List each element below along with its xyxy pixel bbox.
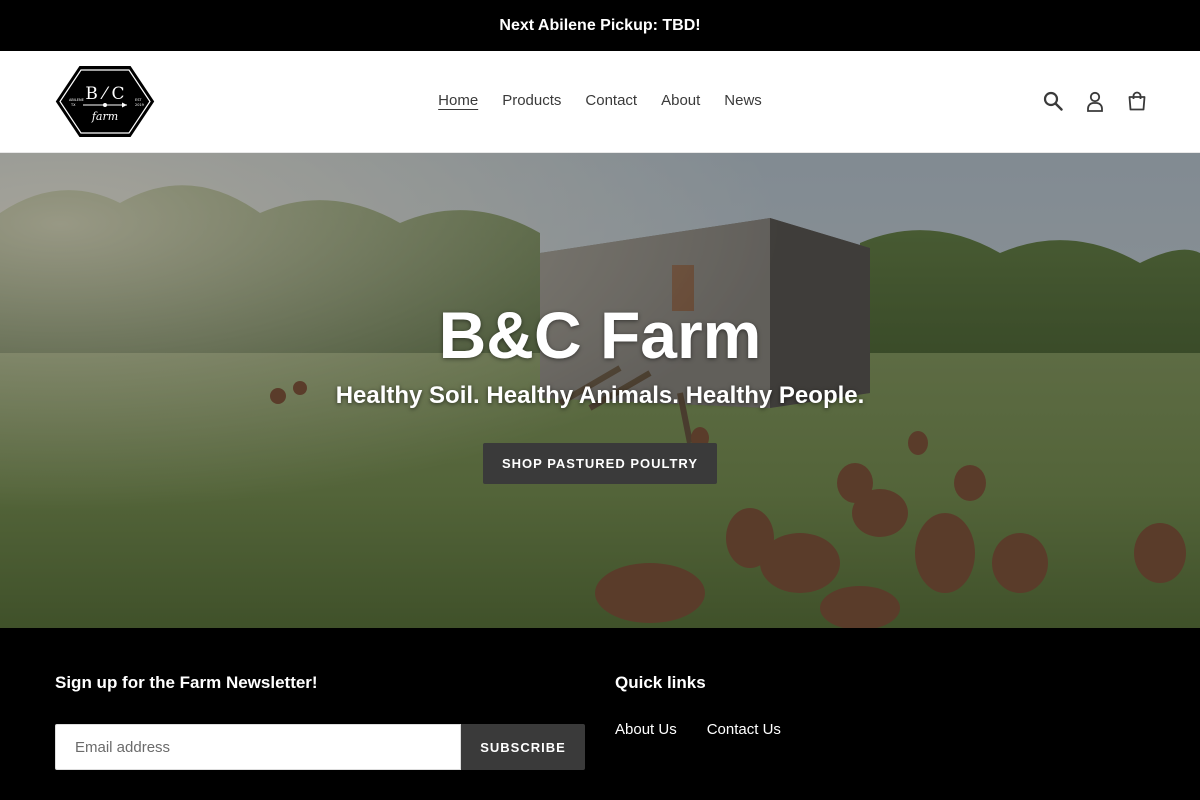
- quick-links-title: Quick links: [615, 673, 706, 692]
- main-nav: Home Products Contact About News: [0, 89, 1200, 113]
- nav-about[interactable]: About: [649, 89, 712, 113]
- hero-title: B&C Farm: [438, 298, 762, 372]
- cart-icon[interactable]: [1126, 89, 1148, 113]
- header-icons: [1042, 89, 1148, 113]
- about-us-link[interactable]: About Us: [615, 721, 677, 738]
- newsletter-title: Sign up for the Farm Newsletter!: [55, 673, 318, 692]
- hero-banner: B&C Farm Healthy Soil. Healthy Animals. …: [0, 153, 1200, 628]
- shop-pastured-poultry-button[interactable]: SHOP PASTURED POULTRY: [482, 443, 718, 484]
- announcement-text: Next Abilene Pickup: TBD!: [499, 16, 701, 34]
- quick-links: About Us Contact Us: [615, 721, 781, 738]
- nav-news[interactable]: News: [712, 89, 774, 113]
- search-icon[interactable]: [1042, 89, 1064, 113]
- site-footer: Sign up for the Farm Newsletter! SUBSCRI…: [0, 628, 1200, 800]
- announcement-bar: Next Abilene Pickup: TBD!: [0, 0, 1200, 51]
- nav-contact[interactable]: Contact: [573, 89, 649, 113]
- nav-products[interactable]: Products: [490, 89, 573, 113]
- site-header: B ⁄ C farm ABILENE TX EST 2019 Home Prod…: [0, 51, 1200, 153]
- hero-subtitle: Healthy Soil. Healthy Animals. Healthy P…: [335, 382, 865, 409]
- contact-us-link[interactable]: Contact Us: [707, 721, 781, 738]
- subscribe-button[interactable]: SUBSCRIBE: [461, 724, 585, 770]
- email-field[interactable]: [55, 724, 461, 770]
- account-icon[interactable]: [1084, 89, 1106, 113]
- nav-home[interactable]: Home: [426, 89, 490, 113]
- hero-content: B&C Farm Healthy Soil. Healthy Animals. …: [0, 298, 1200, 484]
